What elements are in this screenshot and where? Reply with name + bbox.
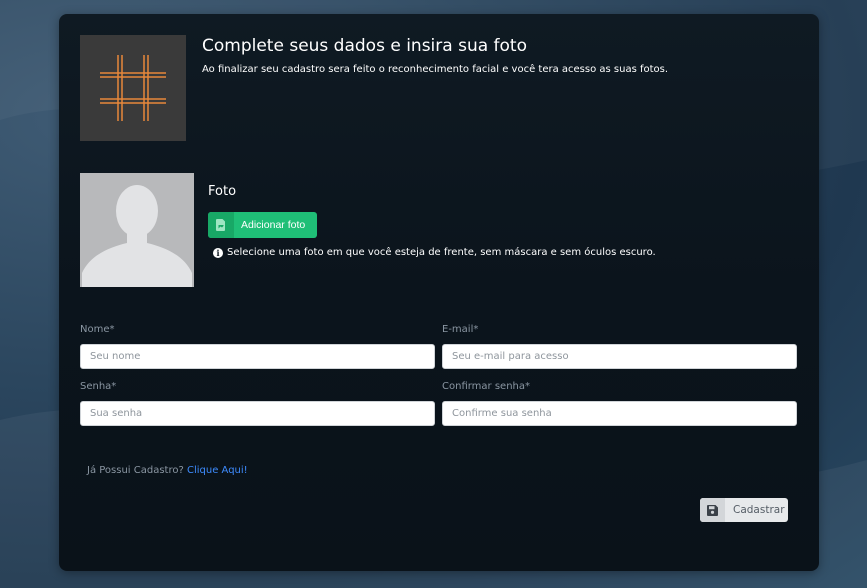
add-photo-button[interactable]: Adicionar foto [208, 212, 317, 238]
user-silhouette-icon [82, 185, 192, 287]
register-button[interactable]: Cadastrar [700, 498, 788, 522]
login-prompt: Já Possui Cadastro? Clique Aqui! [87, 465, 248, 476]
email-input[interactable] [442, 344, 797, 369]
brand-logo [80, 35, 186, 141]
confirm-password-label: Confirmar senha* [442, 381, 530, 392]
hash-logo-icon [100, 55, 166, 121]
registration-card: Complete seus dados e insira sua foto Ao… [59, 14, 819, 571]
password-label: Senha* [80, 381, 117, 392]
register-label: Cadastrar [733, 504, 785, 516]
login-link[interactable]: Clique Aqui! [187, 465, 248, 476]
login-prompt-text: Já Possui Cadastro? [87, 465, 184, 476]
password-input[interactable] [80, 401, 435, 426]
email-label: E-mail* [442, 324, 479, 335]
photo-hint: i Selecione uma foto em que você esteja … [213, 247, 656, 258]
name-label: Nome* [80, 324, 115, 335]
page-subtitle: Ao finalizar seu cadastro sera feito o r… [202, 64, 669, 75]
name-input[interactable] [80, 344, 435, 369]
info-icon: i [213, 247, 223, 258]
photo-hint-text: Selecione uma foto em que você esteja de… [227, 247, 656, 258]
add-photo-label: Adicionar foto [241, 219, 306, 231]
photo-label: Foto [208, 184, 237, 199]
avatar-placeholder [80, 173, 194, 287]
file-image-icon [208, 212, 234, 238]
page-title: Complete seus dados e insira sua foto [202, 36, 528, 56]
confirm-password-input[interactable] [442, 401, 797, 426]
save-icon [700, 498, 725, 522]
